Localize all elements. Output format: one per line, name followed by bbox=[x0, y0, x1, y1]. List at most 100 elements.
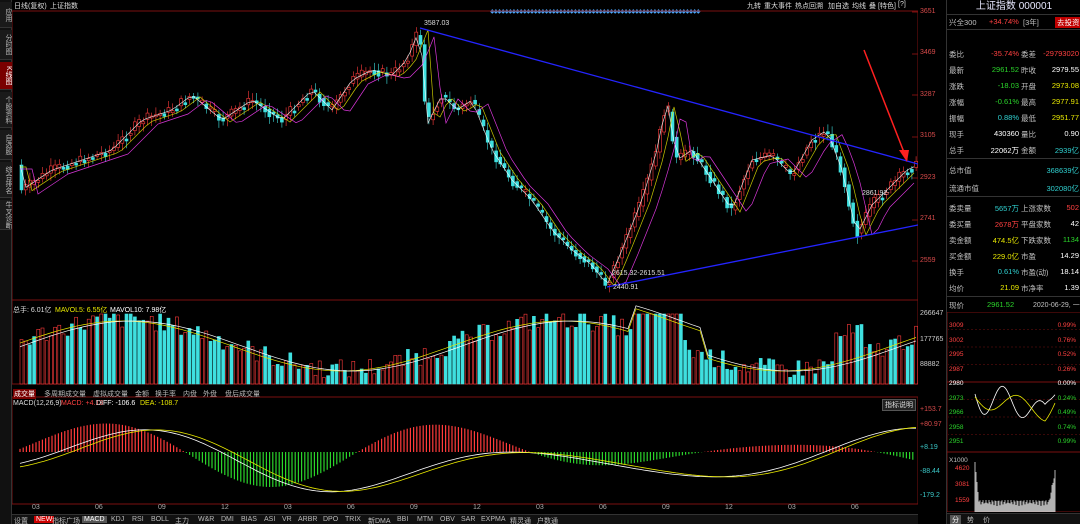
kline-chart[interactable] bbox=[12, 0, 918, 514]
volume-bar bbox=[301, 365, 305, 385]
volume-bar bbox=[44, 340, 49, 385]
settings-tab[interactable]: 设置 bbox=[14, 516, 28, 524]
tab-bbi[interactable]: BBI bbox=[397, 516, 408, 523]
candle-body bbox=[280, 117, 284, 123]
tab-mtm[interactable]: MTM bbox=[417, 516, 433, 523]
volume-bar bbox=[196, 326, 200, 385]
tab-rsi[interactable]: RSI bbox=[132, 516, 144, 523]
tab-asi[interactable]: ASI bbox=[264, 516, 275, 523]
candle-body bbox=[242, 107, 246, 110]
mini-volume-tick: 1559 bbox=[955, 497, 970, 504]
tab-main-force[interactable]: 主力 bbox=[175, 516, 189, 524]
volume-bar bbox=[624, 335, 629, 385]
tab-ranking[interactable]: 综合排名 bbox=[0, 162, 12, 198]
volume-bar bbox=[149, 316, 154, 385]
tab-arbr[interactable]: ARBR bbox=[298, 516, 317, 523]
tab-minute[interactable]: 分 bbox=[950, 515, 961, 524]
tab-after-hours[interactable]: 盘后成交量 bbox=[225, 389, 260, 399]
volume-bar bbox=[721, 350, 725, 385]
tab-boll[interactable]: BOLL bbox=[151, 516, 169, 523]
candle-body bbox=[532, 198, 536, 201]
tab-hushutong[interactable]: 户数通 bbox=[537, 516, 558, 524]
volume-bar bbox=[653, 313, 658, 385]
volume-bar bbox=[170, 325, 175, 385]
tab-virtual-volume[interactable]: 虚拟成交量 bbox=[93, 389, 128, 399]
volume-bar bbox=[855, 325, 860, 385]
tab-amount[interactable]: 金额 bbox=[135, 389, 149, 399]
candle-body bbox=[305, 98, 309, 101]
lower-trendline bbox=[606, 224, 918, 288]
tab-expma[interactable]: EXPMA bbox=[481, 516, 506, 523]
tab-dpo[interactable]: DPO bbox=[323, 516, 338, 523]
volume-bar bbox=[91, 315, 95, 385]
tab-jinglingtong[interactable]: 精灵通 bbox=[510, 516, 531, 524]
tab-indicator-square[interactable]: 指标广场 bbox=[52, 516, 80, 524]
volume-bar bbox=[746, 371, 750, 385]
candle-body bbox=[540, 209, 545, 213]
tab-diagnosis[interactable]: 牛叉诊断 bbox=[0, 200, 12, 230]
volume-bar bbox=[32, 336, 36, 385]
volume-bar bbox=[859, 324, 864, 385]
tab-outer[interactable]: 外盘 bbox=[203, 389, 217, 399]
volume-bar bbox=[238, 350, 242, 385]
volume-bar bbox=[183, 332, 188, 385]
volume-bar bbox=[355, 370, 360, 385]
volume-bar bbox=[154, 330, 158, 385]
tab-inner[interactable]: 内盘 bbox=[183, 389, 197, 399]
volume-bar bbox=[574, 326, 578, 385]
invest-button[interactable]: 去投资 bbox=[1055, 17, 1080, 28]
tab-macd[interactable]: MACD bbox=[82, 516, 107, 523]
indicator-help-button[interactable]: 指标说明 bbox=[882, 399, 916, 411]
tab-new-dma[interactable]: 新DMA bbox=[368, 516, 391, 524]
volume-bar bbox=[582, 313, 587, 385]
x-axis-tick: 09 bbox=[158, 504, 166, 511]
tab-trix[interactable]: TRIX bbox=[345, 516, 361, 523]
volume-bar bbox=[511, 327, 515, 385]
tab-kline[interactable]: K线图 bbox=[0, 62, 12, 90]
tab-trend[interactable]: 势 bbox=[967, 515, 974, 524]
tab-volume[interactable]: 成交量 bbox=[13, 389, 36, 399]
volume-bar bbox=[603, 313, 608, 385]
volume-bar bbox=[893, 338, 897, 385]
tab-watchlist[interactable]: 自选股 bbox=[0, 130, 12, 160]
mini-price-tick: 2987 bbox=[949, 365, 964, 373]
volume-bar bbox=[712, 367, 717, 385]
volume-bar bbox=[695, 350, 700, 385]
volume-bar bbox=[649, 313, 654, 385]
volume-bar bbox=[708, 349, 713, 385]
quote-row: 委比 -35.74% 委差 -29793020 bbox=[949, 49, 1079, 59]
quote-row: 总市值 368639亿 bbox=[949, 166, 1079, 175]
volume-bar bbox=[212, 339, 217, 385]
candle-body bbox=[616, 262, 620, 269]
volume-bar bbox=[817, 359, 822, 385]
volume-bar bbox=[691, 357, 696, 385]
volume-bar bbox=[439, 354, 444, 385]
tab-intraday[interactable]: 分时图 bbox=[0, 30, 12, 60]
moving-average-lines bbox=[19, 29, 915, 287]
tab-wr[interactable]: W&R bbox=[198, 516, 214, 523]
candle-body bbox=[86, 158, 91, 161]
tab-vr[interactable]: VR bbox=[282, 516, 292, 523]
volume-bar bbox=[225, 346, 230, 385]
tab-obv[interactable]: OBV bbox=[440, 516, 455, 523]
tab-sar[interactable]: SAR bbox=[461, 516, 475, 523]
tab-multi-period-volume[interactable]: 多周期成交量 bbox=[44, 389, 86, 399]
tab-turnover[interactable]: 换手率 bbox=[155, 389, 176, 399]
tab-apps[interactable]: 应用 bbox=[0, 2, 12, 28]
tab-bias[interactable]: BIAS bbox=[241, 516, 257, 523]
volume-tick: 88882 bbox=[920, 361, 940, 368]
volume-bar bbox=[330, 364, 335, 385]
candle-body bbox=[406, 60, 410, 64]
tab-dmi[interactable]: DMI bbox=[221, 516, 234, 523]
tab-price[interactable]: 价 bbox=[983, 515, 990, 524]
volume-bar bbox=[716, 365, 721, 385]
volume-bar bbox=[179, 334, 183, 385]
volume-bar bbox=[763, 364, 767, 385]
candle-body bbox=[599, 272, 603, 275]
macd-dea: DEA: -108.7 bbox=[140, 400, 179, 407]
tab-kdj[interactable]: KDJ bbox=[111, 516, 124, 523]
volume-bar bbox=[338, 359, 343, 385]
mini-volume-tick: 3081 bbox=[955, 481, 970, 488]
quote-row: 涨幅 -0.61% 最高 2977.91 bbox=[949, 97, 1079, 107]
tab-stock-info[interactable]: 个股资料 bbox=[0, 92, 12, 128]
